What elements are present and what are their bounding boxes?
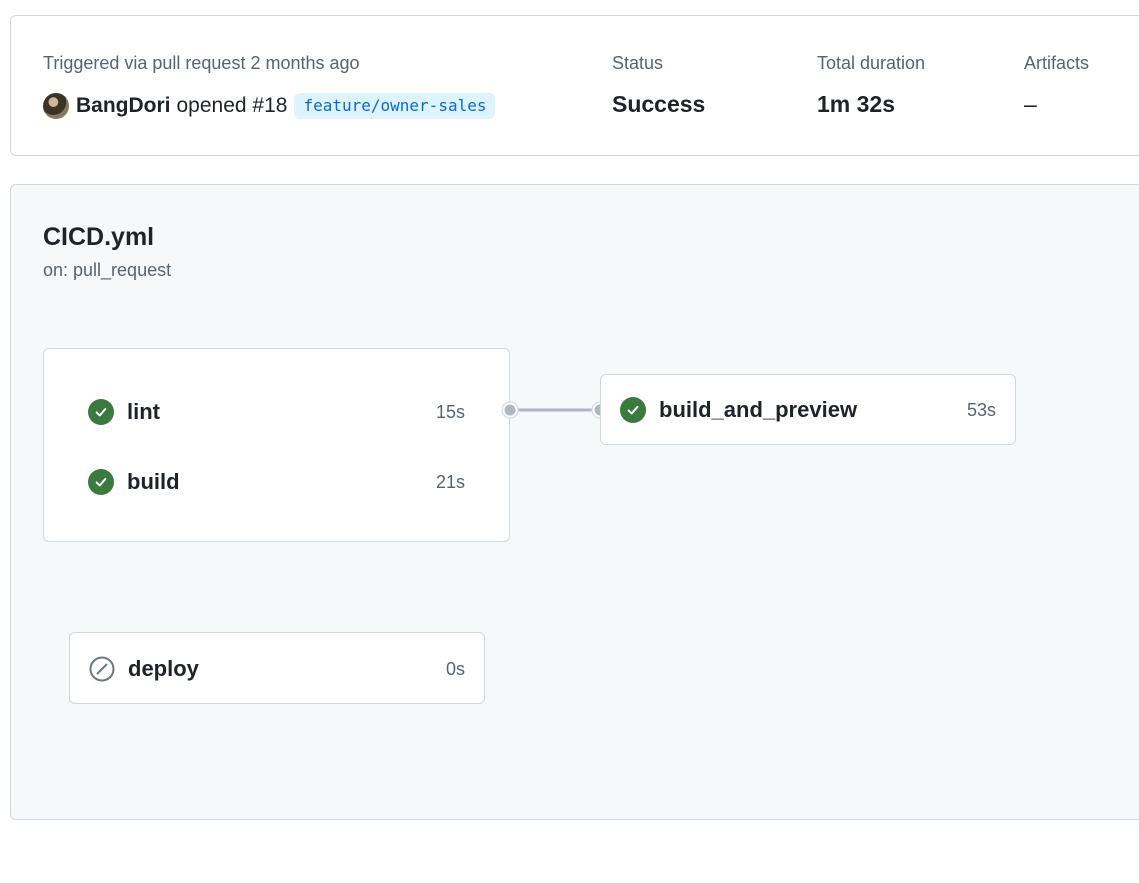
check-circle-icon xyxy=(620,397,646,423)
job-duration: 0s xyxy=(445,658,465,679)
workflow-graph-panel: CICD.yml on: pull_request lint 15s build… xyxy=(10,184,1139,820)
total-duration-value: 1m 32s xyxy=(817,91,896,117)
job-card-deploy[interactable]: deploy 0s xyxy=(69,632,485,704)
total-duration-label: Total duration xyxy=(817,53,926,73)
status-label: Status xyxy=(612,53,664,73)
workflow-trigger-event: on: pull_request xyxy=(43,260,172,280)
job-name: build_and_preview xyxy=(659,397,858,422)
job-deploy[interactable]: deploy 0s xyxy=(89,654,465,684)
job-name: deploy xyxy=(128,656,199,681)
artifacts-stat: Artifacts – xyxy=(1024,53,1089,118)
pull-request-link[interactable]: opened #18 xyxy=(177,94,288,118)
run-summary-card: Triggered via pull request 2 months ago … xyxy=(10,15,1139,156)
status-value: Success xyxy=(612,91,706,117)
duration-stat: Total duration 1m 32s xyxy=(817,53,925,118)
avatar[interactable] xyxy=(43,93,69,119)
skipped-icon xyxy=(89,656,115,682)
workflow-file-title[interactable]: CICD.yml xyxy=(43,223,154,252)
check-circle-icon xyxy=(88,399,114,425)
job-name: lint xyxy=(127,399,160,424)
dependency-connector xyxy=(501,401,609,419)
job-build-and-preview[interactable]: build_and_preview 53s xyxy=(620,395,996,425)
job-duration: 15s xyxy=(435,401,465,422)
job-duration: 53s xyxy=(966,399,996,420)
artifacts-label: Artifacts xyxy=(1024,53,1090,73)
trigger-actor-row: BangDori opened #18 feature/owner-sales xyxy=(43,91,496,121)
trigger-description: Triggered via pull request 2 months ago xyxy=(43,53,360,73)
check-circle-icon xyxy=(88,469,114,495)
job-group: lint 15s build 21s xyxy=(43,348,510,542)
status-stat: Status Success xyxy=(612,53,705,118)
job-name: build xyxy=(127,469,180,494)
actor-link[interactable]: BangDori xyxy=(76,94,171,118)
job-card-build-and-preview[interactable]: build_and_preview 53s xyxy=(600,374,1016,445)
job-build[interactable]: build 21s xyxy=(88,467,465,497)
branch-label[interactable]: feature/owner-sales xyxy=(294,93,496,119)
job-duration: 21s xyxy=(435,471,465,492)
job-lint[interactable]: lint 15s xyxy=(88,397,465,427)
artifacts-value: – xyxy=(1024,91,1037,117)
